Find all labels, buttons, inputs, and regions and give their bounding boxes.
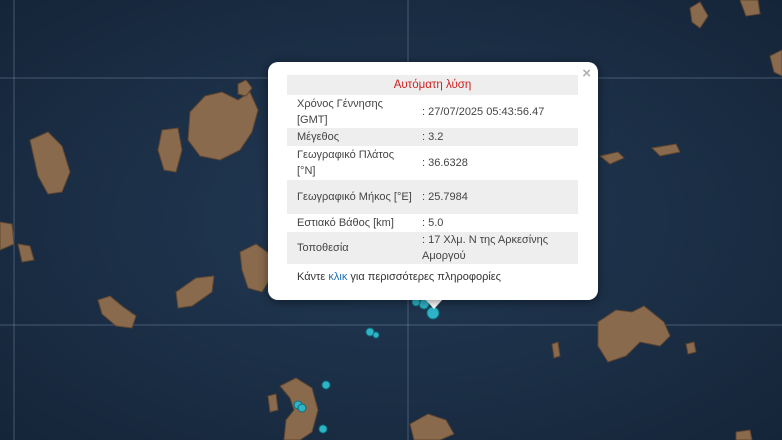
label-depth: Εστιακό Βάθος [km] <box>297 217 394 229</box>
row-latitude: Γεωγραφικό Πλάτος [°N] : 36.6328 <box>287 146 578 180</box>
quake-marker[interactable] <box>321 380 331 390</box>
island-small-east-1 <box>551 341 561 359</box>
value-origin-time: : 27/07/2025 05:43:56.47 <box>422 105 545 118</box>
close-button[interactable]: × <box>582 66 591 82</box>
more-info-suffix: για περισσότερες πληροφορίες <box>347 271 501 283</box>
info-table: Χρόνος Γέννησης [GMT] : 27/07/2025 05:43… <box>287 95 578 264</box>
label-origin-time: Χρόνος Γέννησης [GMT] <box>297 97 383 126</box>
quake-marker[interactable] <box>318 424 328 434</box>
quake-marker[interactable] <box>372 331 380 339</box>
row-longitude: Γεωγραφικό Μήκος [°E] : 25.7984 <box>287 180 578 214</box>
label-magnitude: Μέγεθος <box>287 128 412 146</box>
island-small-southeast <box>735 429 753 440</box>
island-small-southeast-2 <box>685 341 697 355</box>
row-depth: Εστιακό Βάθος [km] : 5.0 <box>287 214 578 232</box>
popup-title: Αυτόματη λύση <box>287 75 578 95</box>
label-longitude: Γεωγραφικό Μήκος [°E] <box>287 180 412 214</box>
island-thirasia <box>267 393 279 413</box>
more-info-line: Κάντε κλικ για περισσότερες πληροφορίες <box>297 271 501 283</box>
label-location: Τοποθεσία <box>287 232 412 264</box>
earthquake-info-popup: × Αυτόματη λύση Χρόνος Γέννησης [GMT] : … <box>268 62 598 300</box>
more-info-link[interactable]: κλικ <box>328 271 347 283</box>
row-magnitude: Μέγεθος : 3.2 <box>287 128 578 146</box>
value-location: : 17 Χλμ. Ν της Αρκεσίνης Αμοργού <box>412 232 578 264</box>
value-latitude: : 36.6328 <box>422 157 468 169</box>
row-origin-time: Χρόνος Γέννησης [GMT] : 27/07/2025 05:43… <box>287 95 578 128</box>
quake-marker[interactable] <box>297 403 307 413</box>
value-magnitude: : 3.2 <box>412 128 578 146</box>
value-longitude: : 25.7984 <box>412 180 578 214</box>
value-depth: : 5.0 <box>422 217 444 229</box>
label-latitude: Γεωγραφικό Πλάτος [°N] <box>297 149 395 177</box>
more-info-prefix: Κάντε <box>297 271 329 283</box>
row-location: Τοποθεσία : 17 Χλμ. Ν της Αρκεσίνης Αμορ… <box>287 232 578 264</box>
